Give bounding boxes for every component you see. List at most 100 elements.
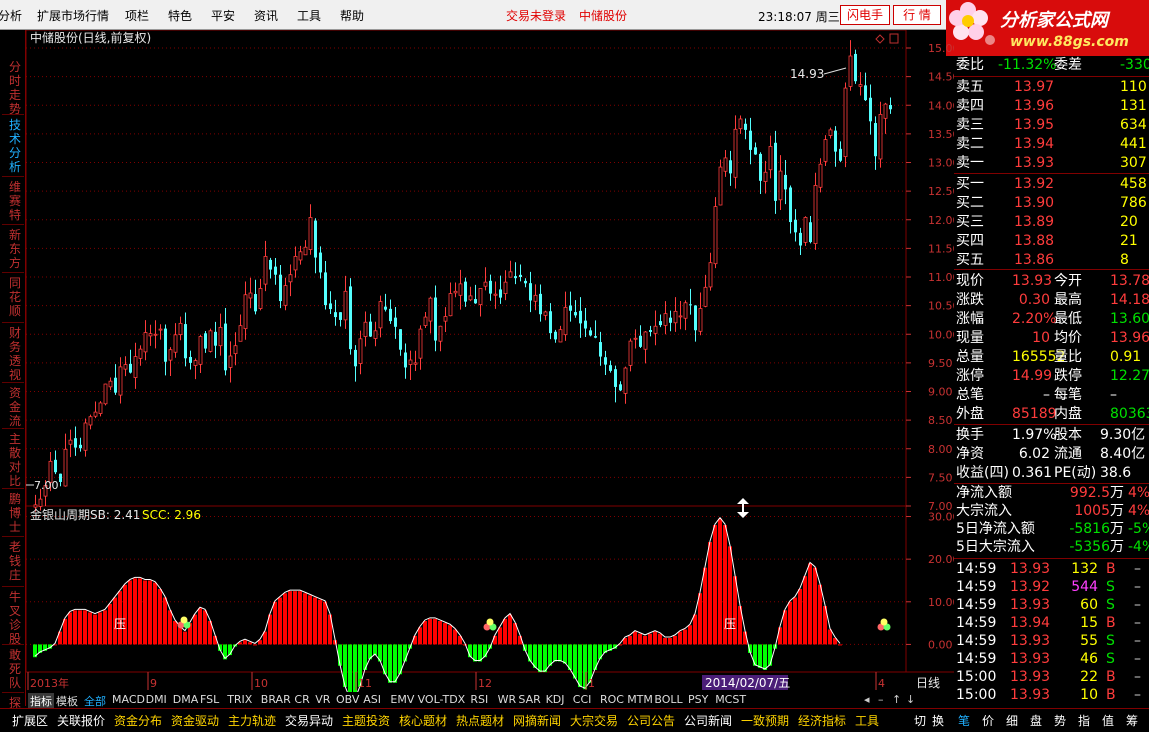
quote-button[interactable]: 行 情 <box>893 5 941 25</box>
bottom-tab-0[interactable]: 扩展区 <box>12 712 48 729</box>
bottom-tab-3[interactable]: 资金驱动 <box>171 712 219 729</box>
indicator-tab-emv[interactable]: EMV <box>390 693 414 706</box>
indicator-tab-wr[interactable]: WR <box>498 693 517 706</box>
bottom-tab-14[interactable]: 经济指标 <box>798 712 846 729</box>
bottom-tab-6[interactable]: 主题投资 <box>342 712 390 729</box>
candle-body <box>519 274 522 277</box>
bottom-tab-5[interactable]: 交易异动 <box>285 712 333 729</box>
indicator-tab-vol-tdx[interactable]: VOL-TDX <box>418 693 466 706</box>
period-label[interactable]: 日线 <box>916 676 940 690</box>
tick-volume: 55 <box>1080 633 1098 649</box>
bottom-tab-1[interactable]: 关联报价 <box>57 712 105 729</box>
quote-tab-1[interactable]: 价 <box>982 712 994 729</box>
quote-tab-2[interactable]: 细 <box>1006 712 1018 729</box>
candle-body <box>458 283 463 296</box>
bottom-tab-8[interactable]: 热点题材 <box>456 712 504 729</box>
indicator-tab-cci[interactable]: CCI <box>573 693 592 706</box>
up-arrow-icon[interactable]: ↑ <box>892 693 901 706</box>
bottom-bar: 扩展区 关联报价 资金分布 资金驱动 主力轨迹 交易异动 主题投资 核心题材 热点题材 网摘新闻大… <box>0 708 1149 732</box>
indicator-tab-trix[interactable]: TRIX <box>227 693 252 706</box>
quote-tab-4[interactable]: 势 <box>1054 712 1066 729</box>
left-tab-11[interactable]: 敢死队 <box>8 648 22 690</box>
left-tab-5[interactable]: 财务透视 <box>8 326 22 382</box>
indicator-tab-brar[interactable]: BRAR <box>261 693 291 706</box>
left-tab-0[interactable]: 分时走势 <box>8 60 22 116</box>
left-tab-10[interactable]: 牛叉诊股 <box>8 590 22 646</box>
left-tab-8[interactable]: 鹏博士 <box>8 492 22 534</box>
left-tab-3[interactable]: 新东方 <box>8 228 22 270</box>
indicator-tab-macd[interactable]: MACD <box>112 693 145 706</box>
osc-bar <box>278 597 282 645</box>
quote-tab-0[interactable]: 笔 <box>958 712 970 729</box>
indicator-tab-boll[interactable]: BOLL <box>654 693 682 706</box>
buy-label: 买三 <box>956 214 984 230</box>
buy-volume: 458 <box>1120 176 1147 192</box>
indicator-tab-mtm[interactable]: MTM <box>627 693 653 706</box>
bottom-tab-13[interactable]: 一致预期 <box>741 712 789 729</box>
indicator-tab-dma[interactable]: DMA <box>173 693 199 706</box>
bottom-tab-4[interactable]: 主力轨迹 <box>228 712 276 729</box>
menu-columns[interactable]: 项栏 <box>125 7 149 24</box>
quote-tab-6[interactable]: 值 <box>1102 712 1114 729</box>
indicator-tab-全部[interactable]: 全部 <box>84 693 106 709</box>
quote-tab-3[interactable]: 盘 <box>1030 712 1042 729</box>
stat-label: 涨停 <box>956 368 984 384</box>
menu-ext-market[interactable]: 扩展市场行情 <box>37 7 109 24</box>
indicator-tab-fsl[interactable]: FSL <box>200 693 219 706</box>
bottom-tab-7[interactable]: 核心题材 <box>399 712 447 729</box>
chart-area[interactable]: 15.00 14.50 14.00 13.50 13.00 12.50 12.00 11.50… <box>26 30 954 692</box>
osc-bar <box>153 582 157 645</box>
indicator-tab-rsi[interactable]: RSI <box>470 693 488 706</box>
indicator-tab-mcst[interactable]: MCST <box>715 693 746 706</box>
left-tab-7[interactable]: 主散对比 <box>8 432 22 488</box>
indicator-tab-dmi[interactable]: DMI <box>146 693 167 706</box>
indicator-tab-psy[interactable]: PSY <box>688 693 708 706</box>
scroll-left-icon[interactable]: ◂ <box>864 693 870 706</box>
bottom-tab-15[interactable]: 工具 <box>855 712 879 729</box>
menu-analysis[interactable]: 分析 <box>0 7 22 24</box>
zoom-out-icon[interactable]: – <box>878 693 884 706</box>
osc-bar <box>433 618 437 645</box>
left-tab-6[interactable]: 资金流 <box>8 386 22 428</box>
down-arrow-icon[interactable]: ↓ <box>906 693 915 706</box>
bottom-switch-1[interactable]: 切 <box>914 712 926 729</box>
menu-news[interactable]: 资讯 <box>254 7 278 24</box>
indicator-tab-roc[interactable]: ROC <box>600 693 624 706</box>
bottom-tab-9[interactable]: 网摘新闻 <box>513 712 561 729</box>
indicator-tab-kdj[interactable]: KDJ <box>546 693 565 706</box>
left-tab-2[interactable]: 维赛特 <box>8 180 22 222</box>
candle-body <box>563 306 568 336</box>
menu-features[interactable]: 特色 <box>168 7 192 24</box>
flash-trade-button[interactable]: 闪电手 <box>840 5 890 25</box>
indicator-tab-cr[interactable]: CR <box>294 693 309 706</box>
bottom-tab-11[interactable]: 公司公告 <box>627 712 675 729</box>
left-tab-bar: 分时走势技术分析维赛特新东方同花顺财务透视资金流主散对比鹏博士老钱庄牛叉诊股敢死… <box>0 30 26 710</box>
site-logo: 分析家公式网 www.88gs.com <box>946 0 1149 56</box>
indicator-tab-asi[interactable]: ASI <box>363 693 381 706</box>
indicator-tab-vr[interactable]: VR <box>315 693 330 706</box>
left-tab-9[interactable]: 老钱庄 <box>8 540 22 582</box>
candle-body <box>263 255 268 285</box>
quote-tab-5[interactable]: 指 <box>1078 712 1090 729</box>
indicator-tab-obv[interactable]: OBV <box>336 693 359 706</box>
candle-body <box>569 305 572 311</box>
menu-pingan[interactable]: 平安 <box>211 7 235 24</box>
bottom-switch-2[interactable]: 换 <box>932 712 944 729</box>
chart-corner-icons[interactable] <box>875 33 899 44</box>
bottom-tab-2[interactable]: 资金分布 <box>114 712 162 729</box>
left-tab-1[interactable]: 技术分析 <box>8 118 22 174</box>
osc-bar <box>808 563 812 645</box>
menu-help[interactable]: 帮助 <box>340 7 364 24</box>
indicator-tab-指标[interactable]: 指标 <box>28 693 54 709</box>
bottom-tab-10[interactable]: 大宗交易 <box>570 712 618 729</box>
y-tick-label: 10.00 <box>928 328 954 341</box>
bottom-tab-12[interactable]: 公司新闻 <box>684 712 732 729</box>
quote-tab-7[interactable]: 筹 <box>1126 712 1138 729</box>
indicator-tab-sar[interactable]: SAR <box>518 693 540 706</box>
menu-tools[interactable]: 工具 <box>297 7 321 24</box>
left-tab-4[interactable]: 同花顺 <box>8 276 22 318</box>
tab-divider <box>2 692 24 693</box>
indicator-tab-模板[interactable]: 模板 <box>56 693 78 709</box>
candle-body <box>543 311 548 316</box>
osc-bar <box>108 603 112 645</box>
